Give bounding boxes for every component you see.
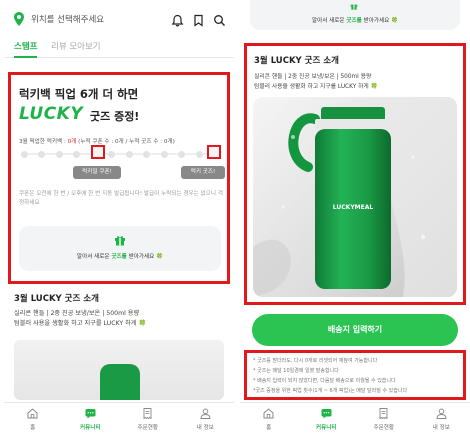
stamp-dot (160, 151, 168, 158)
enter-address-button[interactable]: 배송지 입력하기 (252, 314, 458, 346)
chat-icon (321, 409, 332, 419)
home-icon (263, 408, 274, 419)
goods-cta-text: 알아서 새로운 굿즈를 받아가세요 🍀 (76, 254, 164, 260)
goods-intro-title: 3월 LUCKY 굿즈 소개 (254, 56, 339, 66)
tumbler-photo (14, 340, 224, 400)
bell-icon[interactable] (171, 12, 184, 27)
bookmark-icon[interactable] (192, 12, 205, 27)
stamp-dot (55, 151, 63, 158)
receipt-icon (143, 408, 152, 419)
stamp-dot (73, 151, 81, 158)
right-screen: 알아서 새로운 굿즈를 받아가세요 🍀 3월 LUCKY 굿즈 소개 실리콘 핸… (240, 0, 470, 437)
receipt-icon (379, 408, 388, 419)
tumbler-image: LUCKYMEAL (253, 97, 457, 297)
tab-reviews[interactable]: 리뷰 모아보기 (51, 40, 101, 52)
bottom-nav: 홈 커뮤니티 주문현황 내 정보 (240, 402, 470, 437)
nav-home[interactable]: 홈 (240, 403, 298, 437)
location-selector[interactable]: 위치를 선택해주세요 (31, 13, 104, 25)
stamp-dot (21, 151, 28, 158)
nav-my-info[interactable]: 내 정보 (177, 403, 235, 437)
goods-intro-card: 3월 LUCKY 굿즈 소개 실리콘 핸들 | 2중 진공 보냉/보온 | 50… (244, 43, 466, 305)
stamp-dot (195, 151, 203, 158)
person-icon (200, 408, 211, 419)
coupon-milestone-stamp (91, 145, 105, 159)
tumbler-image (100, 364, 140, 400)
coupon-milestone-label: 럭키밀 쿠폰! (73, 166, 121, 179)
left-screen: 위치를 선택해주세요 스탬프 리뷰 모아보기 럭키백 픽업 6개 더 하면 LU… (4, 0, 234, 437)
nav-my-info[interactable]: 내 정보 (413, 403, 470, 437)
gift-icon (350, 4, 358, 10)
nav-community[interactable]: 커뮤니티 (62, 403, 120, 437)
tab-stamp[interactable]: 스탬프 (14, 40, 38, 58)
tumbler-photo: LUCKYMEAL (253, 97, 457, 297)
nav-orders[interactable]: 주문현황 (355, 403, 413, 437)
goods-milestone-stamp (207, 145, 221, 159)
notice-line: * 배송지 입력이 되지 않았다면, 다음달 배송으로 이월될 수 있습니다 (253, 378, 396, 384)
goods-intro-desc: 실리콘 핸들 | 2중 진공 보냉/보온 | 500ml 용량 텀블러 사용을 … (254, 74, 378, 90)
goods-cta-box[interactable]: 알아서 새로운 굿즈를 받아가세요 🍀 (250, 0, 460, 30)
nav-community[interactable]: 커뮤니티 (298, 403, 356, 437)
nav-orders[interactable]: 주문현황 (119, 403, 177, 437)
pickup-count: 0개 (67, 139, 77, 145)
bottom-nav: 홈 커뮤니티 주문현황 내 정보 (4, 402, 234, 437)
goods-milestone-label: 럭키 굿즈! (181, 166, 225, 179)
home-icon (27, 408, 38, 419)
pickup-progress-text: 3월 픽업한 럭키백 : 0개 (누적 쿠폰 수 : 0개 / 누적 굿즈 수 … (19, 139, 175, 145)
stamp-dot (143, 151, 151, 158)
header-icons (171, 12, 226, 27)
notice-box: * 굿즈를 받더라도, 다시 0개로 리셋되어 재참여 가능합니다 * 굿즈는 … (244, 350, 466, 400)
stamp-dot (108, 151, 116, 158)
goods-cta-text: 알아서 새로운 굿즈를 받아가세요 🍀 (311, 18, 399, 24)
notice-line: * 굿즈를 받더라도, 다시 0개로 리셋되어 재참여 가능합니다 (253, 358, 378, 364)
lucky-wordmark: LUCKY (19, 104, 84, 124)
promo-goods-text: 굿즈 증정! (90, 110, 140, 123)
promo-heading: 럭키백 픽업 6개 더 하면 (19, 87, 139, 101)
tab-bar: 스탬프 리뷰 모아보기 (4, 36, 234, 58)
chat-icon (85, 409, 96, 419)
stamp-dot (38, 151, 46, 158)
tumbler-brand-logo: LUCKYMEAL (333, 204, 374, 211)
location-pin-icon[interactable] (14, 12, 24, 26)
goods-cta-box[interactable]: 알아서 새로운 굿즈를 받아가세요 🍀 (19, 226, 221, 271)
stamp-promo-card: 럭키백 픽업 6개 더 하면 LUCKY 굿즈 증정! 3월 픽업한 럭키백 :… (8, 72, 230, 284)
header: 위치를 선택해주세요 (4, 4, 234, 34)
search-icon[interactable] (213, 12, 226, 26)
nav-home[interactable]: 홈 (4, 403, 62, 437)
notice-line: * 굿즈는 매달 10일경에 일괄 발송합니다 (253, 368, 339, 374)
gift-icon (115, 236, 125, 246)
goods-intro-desc: 실리콘 핸들 | 2중 진공 보냉/보온 | 500ml 용량 텀블러 사용을 … (14, 310, 147, 327)
stamp-dot (178, 151, 186, 158)
notice-line: *굿즈 증정을 위한 픽업 횟수(1개 ~ 6개 픽업)는 매달 달라질 수 있… (253, 388, 408, 394)
person-icon (436, 408, 447, 419)
stamp-dot (125, 151, 133, 158)
promo-note: 쿠폰은 오전에 한 번 / 오후에 한 번 지동 발급됩니다! 발급이 누락되는… (19, 191, 223, 206)
stamp-track (17, 149, 223, 159)
goods-intro-title: 3월 LUCKY 굿즈 소개 (14, 294, 99, 304)
